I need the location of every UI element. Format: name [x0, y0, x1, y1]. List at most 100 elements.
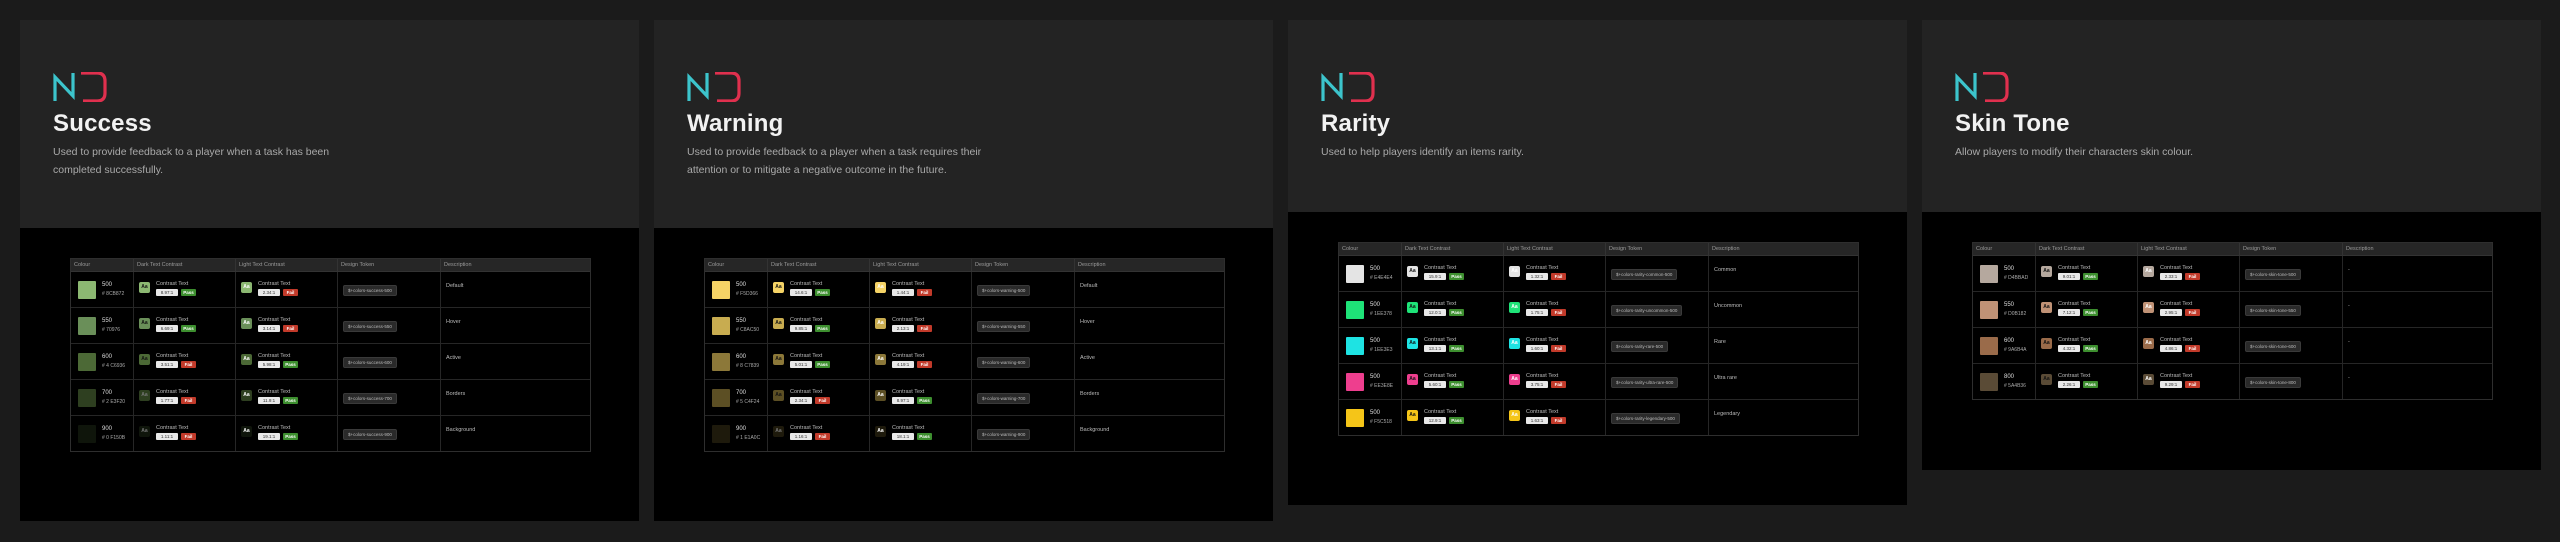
contrast-ratio: 9.01:1 [2058, 273, 2080, 280]
design-token[interactable]: $+colors-skin-tone-500 [2245, 269, 2301, 280]
dark-text-chip: Aa [139, 354, 150, 365]
token-cell: $+colors-rarity-legendary-500 [1606, 400, 1709, 435]
description-cell: Uncommon [1709, 292, 1858, 327]
contrast-label: Contrast Text [156, 425, 189, 431]
colour-cell: 550 # 70976 [71, 308, 134, 343]
design-token[interactable]: $+colors-rarity-common-500 [1611, 269, 1678, 280]
design-token[interactable]: $+colors-rarity-uncommon-500 [1611, 305, 1683, 316]
table-row: 800 # 5A4B36 Aa Contrast Text 2.26:1 Pass Aa Co… [1973, 364, 2492, 399]
design-token[interactable]: $+colors-warning-500 [977, 285, 1031, 296]
swatch-hex: # C8AC50 [736, 327, 760, 333]
status-badge: Fail [815, 397, 830, 404]
design-token[interactable]: $+colors-rarity-rare-500 [1611, 341, 1669, 352]
design-token[interactable]: $+colors-success-900 [343, 429, 397, 440]
design-token[interactable]: $+colors-warning-600 [977, 357, 1031, 368]
row-description: Background [1080, 427, 1110, 433]
light-text-chip: Aa [875, 282, 886, 293]
table-row: 600 # 8 C7839 Aa Contrast Text 5.01:1 Pass Aa C… [705, 344, 1224, 380]
color-swatch [1980, 373, 1998, 391]
status-badge: Fail [1551, 309, 1566, 316]
dark-contrast-cell: Aa Contrast Text 9.85:1 Pass [768, 308, 870, 343]
token-cell: $+colors-warning-550 [972, 308, 1075, 343]
contrast-label: Contrast Text [790, 353, 823, 359]
column-header: Description [444, 262, 472, 268]
swatch-hex: # 0 F150B [102, 435, 126, 441]
colour-cell: 500 # 8CB872 [71, 272, 134, 307]
swatch-hex: # E4E4E4 [1370, 275, 1393, 281]
light-text-chip: Aa [1509, 374, 1520, 385]
contrast-ratio: 3.14:1 [258, 325, 280, 332]
column-header: Dark Text Contrast [134, 259, 236, 271]
row-description: - [2348, 267, 2350, 273]
row-description: Hover [446, 319, 461, 325]
design-token[interactable]: $+colors-skin-tone-800 [2245, 377, 2301, 388]
contrast-label: Contrast Text [892, 317, 925, 323]
contrast-ratio: 19.1:1 [258, 433, 280, 440]
swatch-hex: # 70976 [102, 327, 121, 333]
contrast-ratio: 1.60:1 [1526, 345, 1548, 352]
dark-contrast-cell: Aa Contrast Text 4.32:1 Pass [2036, 328, 2138, 363]
row-description: Rare [1714, 339, 1726, 345]
light-contrast-cell: Aa Contrast Text 3.14:1 Fail [236, 308, 338, 343]
design-token[interactable]: $+colors-success-600 [343, 357, 397, 368]
dark-contrast-cell: Aa Contrast Text 6.69:1 Pass [134, 308, 236, 343]
light-contrast-cell: Aa Contrast Text 2.33:1 Fail [2138, 256, 2240, 291]
design-token[interactable]: $+colors-skin-tone-600 [2245, 341, 2301, 352]
contrast-label: Contrast Text [790, 389, 823, 395]
contrast-label: Contrast Text [1424, 409, 1457, 415]
palette-card: Success Used to provide feedback to a pla… [20, 20, 639, 521]
color-swatch [712, 389, 730, 407]
colour-cell: 600 # 9A6B4A [1973, 328, 2036, 363]
color-swatch [1346, 337, 1364, 355]
design-token[interactable]: $+colors-rarity-legendary-500 [1611, 413, 1680, 424]
swatch-name: 600 [2004, 338, 2015, 344]
status-badge: Fail [1551, 417, 1566, 424]
column-header: Description [1078, 262, 1106, 268]
row-description: Default [1080, 283, 1098, 289]
color-swatch [78, 389, 96, 407]
contrast-ratio: 14.6:1 [790, 289, 812, 296]
dark-contrast-cell: Aa Contrast Text 8.97:1 Pass [134, 272, 236, 307]
colour-cell: 500 # F5C518 [1339, 400, 1402, 435]
contrast-ratio: 15.9:1 [1424, 273, 1446, 280]
design-token[interactable]: $+colors-success-550 [343, 321, 397, 332]
token-cell: $+colors-success-900 [338, 416, 441, 451]
color-swatch [1980, 301, 1998, 319]
design-token[interactable]: $+colors-warning-900 [977, 429, 1031, 440]
color-swatch [712, 317, 730, 335]
dark-text-chip: Aa [139, 318, 150, 329]
description-cell: Common [1709, 256, 1858, 291]
status-badge: Pass [2083, 273, 2098, 280]
contrast-ratio: 1.77:1 [156, 397, 178, 404]
contrast-ratio: 2.34:1 [258, 289, 280, 296]
light-text-chip: Aa [875, 426, 886, 437]
swatch-hex: # 9A6B4A [2004, 347, 2027, 353]
table-row: 500 # 1EE378 Aa Contrast Text 12.0:1 Pass Aa Co… [1339, 292, 1858, 328]
status-badge: Pass [815, 289, 830, 296]
design-token[interactable]: $+colors-rarity-ultra-rare-500 [1611, 377, 1679, 388]
swatch-name: 700 [736, 390, 747, 396]
swatch-name: 500 [736, 282, 747, 288]
status-badge: Fail [181, 397, 196, 404]
swatch-hex: # 1EE3E3 [1370, 347, 1393, 353]
light-contrast-cell: Aa Contrast Text 11.9:1 Pass [236, 380, 338, 415]
description-cell: Rare [1709, 328, 1858, 363]
contrast-label: Contrast Text [790, 425, 823, 431]
color-table: Colour Dark Text Contrast Light Text Contr… [70, 258, 591, 452]
design-token[interactable]: $+colors-skin-tone-550 [2245, 305, 2301, 316]
status-badge: Pass [2083, 309, 2098, 316]
design-token[interactable]: $+colors-warning-700 [977, 393, 1031, 404]
contrast-ratio: 13.1:1 [1424, 345, 1446, 352]
card-header: Warning Used to provide feedback to a pla… [654, 20, 1273, 228]
token-cell: $+colors-success-550 [338, 308, 441, 343]
design-token[interactable]: $+colors-warning-550 [977, 321, 1031, 332]
design-token[interactable]: $+colors-success-500 [343, 285, 397, 296]
table-row: 500 # E4E4E4 Aa Contrast Text 15.9:1 Pass Aa Co… [1339, 256, 1858, 292]
column-header: Dark Text Contrast [1402, 243, 1504, 255]
design-token[interactable]: $+colors-success-700 [343, 393, 397, 404]
light-contrast-cell: Aa Contrast Text 19.1:1 Pass [236, 416, 338, 451]
swatch-hex: # F5C518 [1370, 419, 1392, 425]
status-badge: Fail [917, 325, 932, 332]
dark-text-chip: Aa [1407, 266, 1418, 277]
description-cell: Default [441, 272, 590, 307]
